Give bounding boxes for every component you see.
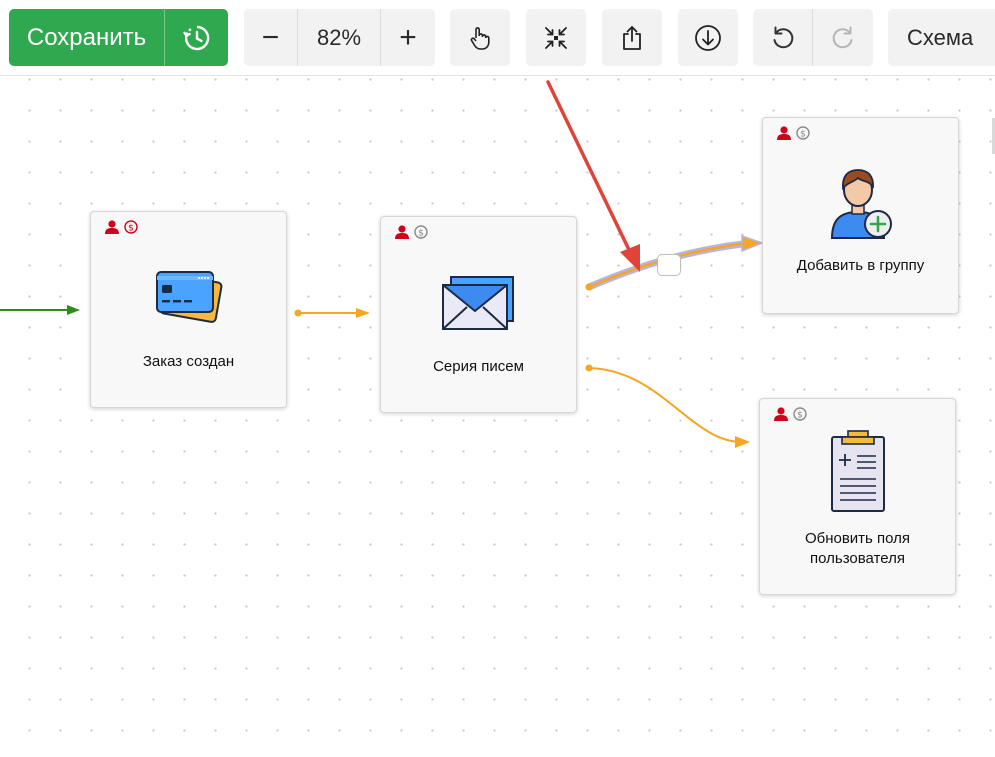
svg-text:$: $ — [128, 223, 134, 233]
add-user-icon — [830, 169, 892, 239]
save-button-group: Сохранить — [9, 9, 228, 66]
download-circle-icon — [695, 24, 721, 51]
coin-icon: $ — [793, 407, 807, 421]
node-add-to-group[interactable]: $ Добавить в группу — [762, 117, 959, 314]
edge-midpoint-handle[interactable] — [657, 254, 681, 276]
download-button[interactable] — [678, 9, 738, 66]
node-badges: $ — [776, 126, 810, 140]
node-badges: $ — [394, 225, 428, 239]
history-button[interactable] — [164, 9, 228, 66]
svg-text:$: $ — [418, 228, 424, 238]
person-icon — [777, 126, 791, 140]
person-icon — [774, 407, 788, 421]
hand-pointer-icon — [470, 26, 490, 50]
fit-to-screen-button[interactable] — [526, 9, 586, 66]
history-controls — [753, 9, 873, 66]
schema-button[interactable]: Схема — [888, 9, 995, 66]
collapse-arrows-icon — [545, 26, 567, 49]
node-order-created[interactable]: $ Заказ создан — [90, 211, 287, 408]
history-icon — [182, 25, 209, 50]
node-badges: $ — [773, 407, 807, 421]
pan-tool-button[interactable] — [450, 9, 510, 66]
node-label: Серия писем — [433, 358, 524, 375]
coin-icon: $ — [124, 220, 138, 234]
node-label: Обновить поля пользователя — [760, 529, 955, 569]
node-badges: $ — [104, 220, 138, 234]
node-label: Добавить в группу — [796, 257, 925, 274]
node-update-user-fields[interactable]: $ Обновить поля пользователя — [759, 398, 956, 595]
credit-cards-icon — [155, 271, 222, 323]
undo-icon — [773, 26, 793, 48]
zoom-control: − 82% + — [244, 9, 435, 66]
save-button[interactable]: Сохранить — [9, 9, 164, 66]
person-icon — [395, 225, 409, 239]
redo-button[interactable] — [813, 9, 873, 66]
envelope-icon — [441, 276, 514, 330]
zoom-in-button[interactable]: + — [381, 9, 435, 66]
coin-icon: $ — [796, 126, 810, 140]
share-upload-icon — [623, 25, 641, 50]
node-label-line: пользователя — [810, 550, 905, 567]
toolbar: Сохранить − 82% + Схема — [0, 0, 995, 76]
undo-button[interactable] — [753, 9, 813, 66]
clipboard-icon — [830, 430, 885, 512]
svg-text:$: $ — [797, 410, 803, 420]
svg-text:$: $ — [800, 129, 806, 139]
share-button[interactable] — [602, 9, 662, 66]
node-email-series[interactable]: $ Серия писем — [380, 216, 577, 413]
person-icon — [105, 220, 119, 234]
node-label-line: Обновить поля — [804, 530, 911, 547]
coin-icon: $ — [414, 225, 428, 239]
zoom-out-button[interactable]: − — [244, 9, 298, 66]
redo-icon — [832, 26, 853, 48]
node-label: Заказ создан — [142, 353, 235, 370]
zoom-level: 82% — [298, 9, 381, 66]
